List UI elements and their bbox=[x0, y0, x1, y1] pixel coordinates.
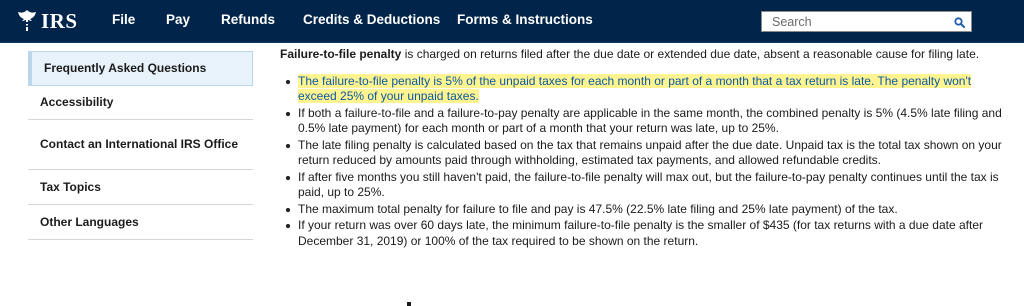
intro-paragraph: Failure-to-file penalty is charged on re… bbox=[280, 47, 1002, 63]
intro-text: is charged on returns filed after the du… bbox=[401, 47, 980, 61]
logo-text: IRS bbox=[41, 8, 78, 33]
sidebar-item-label: Tax Topics bbox=[40, 179, 101, 194]
eagle-icon bbox=[18, 10, 36, 31]
nav-credits-deductions[interactable]: Credits & Deductions bbox=[303, 12, 440, 27]
list-item: The failure-to-file penalty is 5% of the… bbox=[280, 73, 1002, 105]
list-item: The late filing penalty is calculated ba… bbox=[280, 138, 1002, 169]
nav-forms-instructions[interactable]: Forms & Instructions bbox=[457, 12, 593, 27]
sidebar-item-accessibility[interactable]: Accessibility bbox=[28, 86, 253, 120]
search-box bbox=[761, 11, 972, 32]
irs-logo[interactable]: IRS bbox=[16, 8, 78, 34]
list-item: If your return was over 60 days late, th… bbox=[280, 218, 1002, 249]
sidebar-nav: Frequently Asked Questions Accessibility… bbox=[28, 51, 253, 240]
nav-refunds[interactable]: Refunds bbox=[221, 12, 275, 27]
sidebar-item-faq[interactable]: Frequently Asked Questions bbox=[28, 51, 253, 86]
main-content: Failure-to-file penalty is charged on re… bbox=[280, 47, 1002, 250]
highlighted-text: The failure-to-file penalty is 5% of the… bbox=[298, 73, 972, 103]
cut-off-text-fragment bbox=[407, 302, 411, 306]
list-item: If after five months you still haven't p… bbox=[280, 170, 1002, 201]
sidebar-item-other-languages[interactable]: Other Languages bbox=[28, 205, 253, 240]
sidebar-item-label: Accessibility bbox=[40, 95, 114, 109]
sidebar-item-tax-topics[interactable]: Tax Topics bbox=[28, 170, 253, 205]
penalty-list: The failure-to-file penalty is 5% of the… bbox=[280, 73, 1002, 250]
sidebar-item-label: Frequently Asked Questions bbox=[44, 61, 207, 75]
sidebar-item-contact-international-office[interactable]: Contact an International IRS Office bbox=[28, 120, 253, 170]
list-item: The maximum total penalty for failure to… bbox=[280, 202, 1002, 218]
list-item: If both a failure-to-file and a failure-… bbox=[280, 106, 1002, 137]
sidebar-item-label: Contact an International IRS Office bbox=[40, 137, 239, 151]
nav-pay[interactable]: Pay bbox=[166, 12, 190, 27]
search-button[interactable] bbox=[951, 14, 967, 30]
intro-term: Failure-to-file penalty bbox=[280, 47, 402, 61]
nav-file[interactable]: File bbox=[112, 12, 135, 27]
search-icon bbox=[953, 16, 965, 28]
search-input[interactable] bbox=[772, 13, 942, 30]
sidebar-item-label: Other Languages bbox=[40, 214, 139, 229]
top-navigation-bar: IRS File Pay Refunds Credits & Deduction… bbox=[0, 0, 1024, 43]
